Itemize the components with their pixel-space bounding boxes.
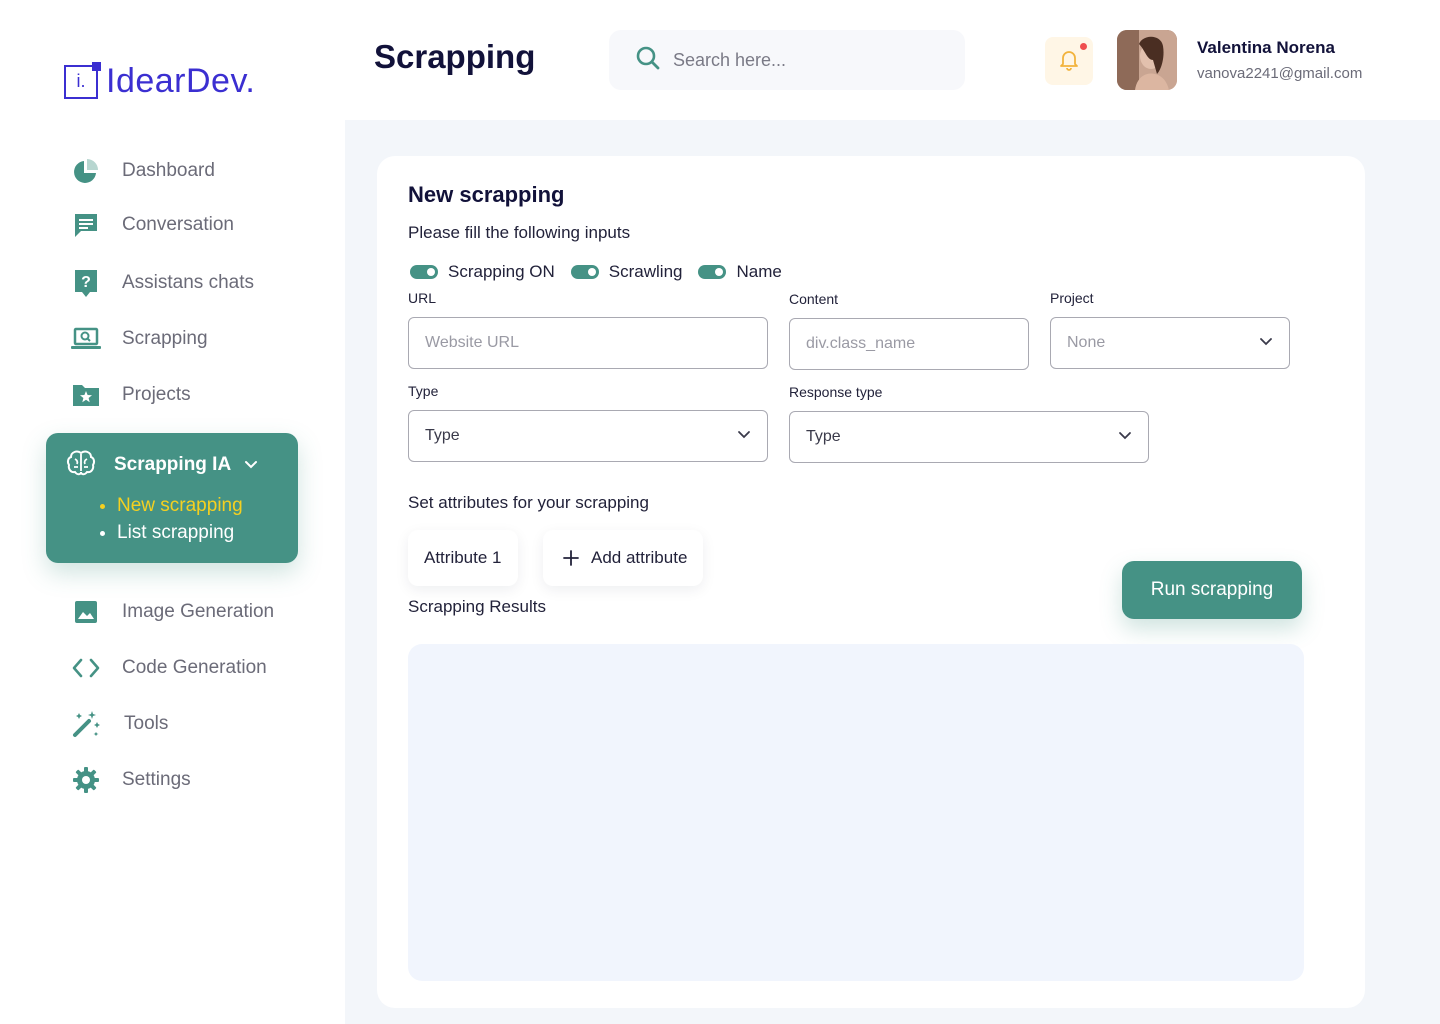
content-field: [789, 318, 1029, 370]
sidebar-item-conversation[interactable]: Conversation: [70, 207, 234, 243]
attributes-heading: Set attributes for your scrapping: [408, 493, 649, 512]
run-scrapping-button[interactable]: Run scrapping: [1122, 561, 1302, 619]
sidebar-item-image-generation[interactable]: Image Generation: [70, 594, 274, 630]
sidebar-item-label: Settings: [122, 769, 191, 790]
toggle-label: Name: [736, 262, 782, 281]
bullet-dot: [100, 530, 105, 536]
project-select[interactable]: None: [1050, 317, 1290, 369]
svg-text:?: ?: [81, 274, 91, 291]
image-icon: [70, 596, 102, 628]
gear-icon: [70, 764, 102, 796]
sidebar-subitem-label: New scrapping: [117, 495, 243, 516]
sidebar-item-tools[interactable]: Tools: [70, 706, 168, 742]
chevron-down-icon: [737, 427, 751, 445]
chat-icon: [70, 209, 102, 241]
sidebar-item-label: Scrapping: [122, 328, 208, 349]
url-input[interactable]: [425, 334, 751, 352]
sidebar-item-label: Code Generation: [122, 657, 267, 678]
sidebar-item-code-generation[interactable]: Code Generation: [70, 650, 267, 686]
laptop-search-icon: [70, 323, 102, 355]
logo-mark: i.: [64, 61, 101, 99]
sidebar-item-label: Assistans chats: [122, 272, 254, 293]
sidebar-item-settings[interactable]: Settings: [70, 762, 191, 798]
magic-wand-icon: [70, 708, 102, 740]
content-input[interactable]: [806, 335, 1012, 353]
user-email: vanova2241@gmail.com: [1197, 65, 1363, 82]
sidebar: i. IdearDev. Dashboard Conversation ? As…: [0, 0, 345, 1024]
sidebar-item-dashboard[interactable]: Dashboard: [70, 153, 215, 189]
response-type-select[interactable]: Type: [789, 411, 1149, 463]
type-select[interactable]: Type: [408, 410, 768, 462]
sidebar-group-scrapping-ia: Scrapping IA New scrapping List scrappin…: [46, 433, 298, 563]
response-type-select-value: Type: [806, 428, 841, 445]
search-input[interactable]: [673, 49, 933, 71]
project-label: Project: [1050, 290, 1094, 306]
sidebar-item-label: Projects: [122, 384, 191, 405]
toggle-row: Scrapping ON Scrawling Name: [410, 262, 798, 282]
attribute-chip-label: Attribute 1: [424, 548, 502, 567]
brain-icon: [66, 449, 96, 482]
chevron-down-icon: [244, 457, 258, 475]
bell-icon: [1057, 47, 1081, 76]
pie-chart-icon: [70, 155, 102, 187]
sidebar-item-label: Tools: [124, 713, 169, 734]
code-icon: [70, 652, 102, 684]
toggle-scrapping-on[interactable]: Scrapping ON: [410, 262, 555, 282]
plus-icon: [563, 550, 579, 566]
page-title: Scrapping: [374, 38, 536, 75]
logo-text: IdearDev.: [106, 62, 256, 100]
content-label: Content: [789, 291, 839, 307]
sidebar-subitem-new-scrapping[interactable]: New scrapping: [100, 495, 243, 517]
section-subtitle: Please fill the following inputs: [408, 223, 631, 242]
sidebar-group-label: Scrapping IA: [114, 454, 232, 475]
toggle-switch: [410, 265, 438, 279]
type-label: Type: [408, 383, 439, 399]
toggle-scrawling[interactable]: Scrawling: [570, 262, 683, 282]
attribute-chip[interactable]: Attribute 1: [408, 530, 518, 586]
results-area: [408, 644, 1304, 981]
type-select-value: Type: [425, 427, 460, 444]
section-heading: New scrapping: [408, 182, 565, 207]
logo-corner: [92, 61, 101, 71]
toggle-name[interactable]: Name: [698, 262, 782, 282]
results-label: Scrapping Results: [408, 597, 546, 616]
toggle-switch: [698, 265, 727, 279]
chevron-down-icon: [1118, 428, 1132, 446]
notification-dot: [1080, 43, 1087, 50]
sidebar-item-assistans-chats[interactable]: ? Assistans chats: [70, 265, 254, 301]
sidebar-item-label: Dashboard: [122, 160, 215, 181]
sidebar-subitem-label: List scrapping: [117, 522, 235, 543]
search-icon: [635, 45, 661, 76]
url-field: [408, 317, 768, 369]
user-name: Valentina Norena: [1197, 38, 1335, 57]
bullet-dot: [100, 503, 105, 509]
sidebar-item-label: Image Generation: [122, 601, 275, 622]
chevron-down-icon: [1259, 334, 1273, 352]
add-attribute-label: Add attribute: [591, 548, 688, 567]
avatar[interactable]: [1117, 30, 1177, 90]
sidebar-item-projects[interactable]: Projects: [70, 377, 191, 413]
response-type-label: Response type: [789, 384, 883, 400]
sidebar-group-toggle[interactable]: Scrapping IA: [66, 449, 278, 481]
project-select-value: None: [1067, 334, 1106, 351]
folder-star-icon: [70, 379, 102, 411]
add-attribute-button[interactable]: Add attribute: [543, 530, 704, 586]
logo[interactable]: i. IdearDev.: [64, 61, 256, 101]
sidebar-item-scrapping[interactable]: Scrapping: [70, 321, 208, 357]
search-bar: [609, 30, 965, 90]
sidebar-item-label: Conversation: [122, 214, 234, 235]
toggle-switch: [570, 265, 599, 279]
logo-glyph: i.: [76, 71, 86, 91]
sidebar-subitem-list-scrapping[interactable]: List scrapping: [100, 522, 234, 544]
toggle-label: Scrawling: [608, 262, 683, 281]
url-label: URL: [408, 290, 437, 306]
question-chat-icon: ?: [70, 267, 102, 299]
toggle-label: Scrapping ON: [448, 262, 555, 281]
notification-button[interactable]: [1045, 37, 1093, 85]
